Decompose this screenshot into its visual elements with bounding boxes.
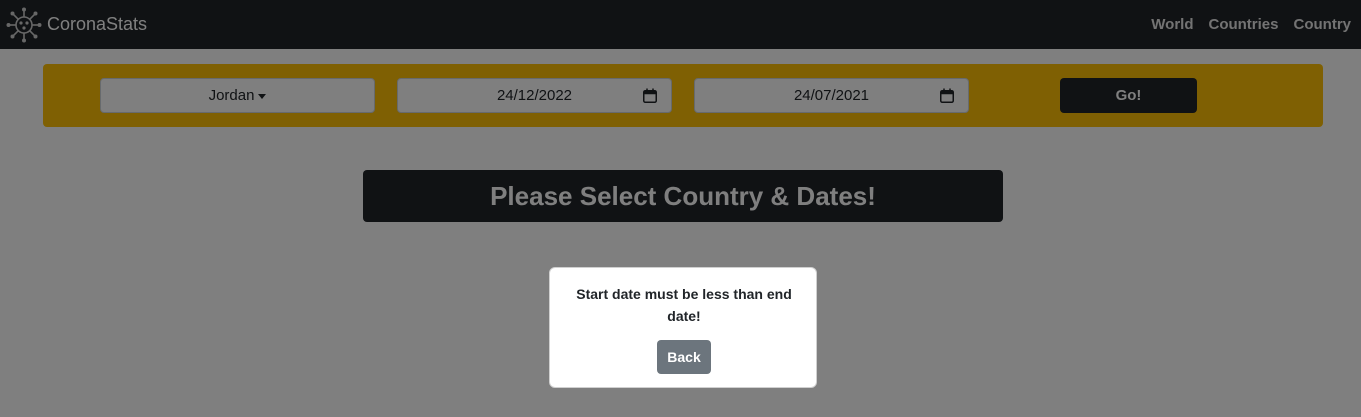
back-button[interactable]: Back	[657, 340, 711, 374]
error-message: Start date must be less than end date!	[576, 286, 792, 324]
page: CoronaStats World Countries Country Jord…	[0, 0, 1361, 417]
error-dialog: Start date must be less than end date! B…	[549, 267, 817, 388]
